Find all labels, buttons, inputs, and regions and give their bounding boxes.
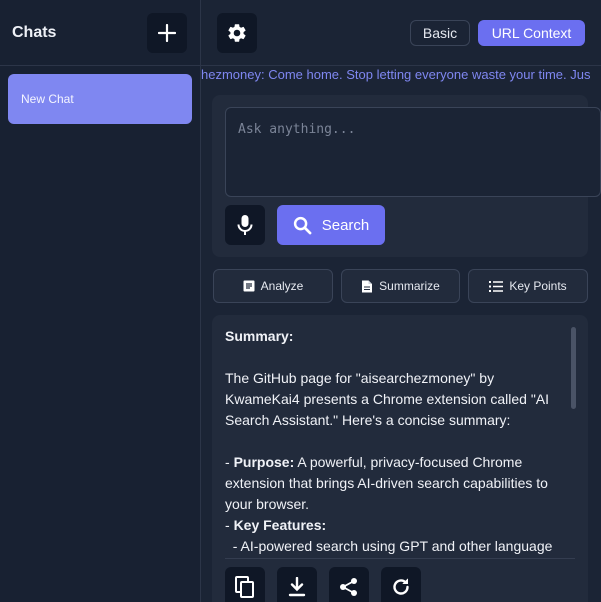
download-icon: [288, 577, 306, 597]
new-chat-button[interactable]: [147, 12, 187, 53]
result-divider: [225, 558, 575, 559]
result-purpose: - Purpose: A powerful, privacy-focused C…: [225, 454, 548, 512]
copy-icon: [235, 576, 255, 598]
refresh-icon: [391, 577, 411, 597]
mode-basic-label: Basic: [422, 25, 458, 41]
copy-button[interactable]: [225, 567, 265, 602]
purpose-label: Purpose:: [233, 454, 295, 470]
summarize-button[interactable]: Summarize: [341, 269, 460, 303]
share-button[interactable]: [329, 567, 369, 602]
result-panel: Summary: The GitHub page for "aisearchez…: [212, 315, 588, 602]
sidebar: Chats New Chat: [0, 0, 201, 602]
microphone-icon: [237, 214, 253, 236]
voice-input-button[interactable]: [225, 205, 265, 245]
summarize-label: Summarize: [379, 279, 440, 293]
search-placeholder: Ask anything...: [238, 122, 356, 137]
list-icon: [489, 280, 504, 292]
result-intro: The GitHub page for "aisearchezmoney" by…: [225, 370, 550, 428]
features-label: Key Features:: [233, 517, 327, 533]
result-text[interactable]: Summary: The GitHub page for "aisearchez…: [225, 326, 565, 555]
sidebar-title: Chats: [12, 23, 57, 41]
chat-item-label: New Chat: [21, 92, 74, 106]
scrolling-ticker: hezmoney: Come home. Stop letting everyo…: [201, 66, 601, 84]
gear-icon: [226, 22, 248, 44]
ticker-text: hezmoney: Come home. Stop letting everyo…: [201, 67, 591, 82]
sidebar-header: Chats: [0, 0, 200, 66]
download-button[interactable]: [277, 567, 317, 602]
key-points-button[interactable]: Key Points: [468, 269, 588, 303]
analyze-label: Analyze: [260, 279, 304, 293]
settings-button[interactable]: [217, 13, 257, 53]
refresh-button[interactable]: [381, 567, 421, 602]
file-icon: [361, 280, 373, 293]
share-icon: [339, 577, 359, 597]
document-icon: [243, 280, 255, 292]
search-input[interactable]: Ask anything...: [225, 107, 601, 197]
search-panel: Ask anything... Search: [212, 95, 601, 257]
result-feature-item: - AI-powered search using GPT and other …: [225, 538, 553, 554]
search-button-label: Search: [321, 216, 370, 234]
search-button[interactable]: Search: [277, 205, 385, 245]
plus-icon: [158, 23, 176, 42]
mode-basic-button[interactable]: Basic: [410, 20, 470, 46]
chat-list-item[interactable]: New Chat: [8, 74, 192, 124]
analyze-button[interactable]: Analyze: [213, 269, 333, 303]
mode-url-context-label: URL Context: [491, 25, 572, 41]
mode-url-context-button[interactable]: URL Context: [478, 20, 585, 46]
result-scrollbar[interactable]: [571, 327, 576, 409]
key-points-label: Key Points: [509, 279, 567, 293]
result-heading: Summary:: [225, 328, 294, 344]
search-icon: [293, 216, 312, 235]
result-features: - Key Features:: [225, 517, 327, 533]
topbar: Basic URL Context: [201, 0, 601, 66]
